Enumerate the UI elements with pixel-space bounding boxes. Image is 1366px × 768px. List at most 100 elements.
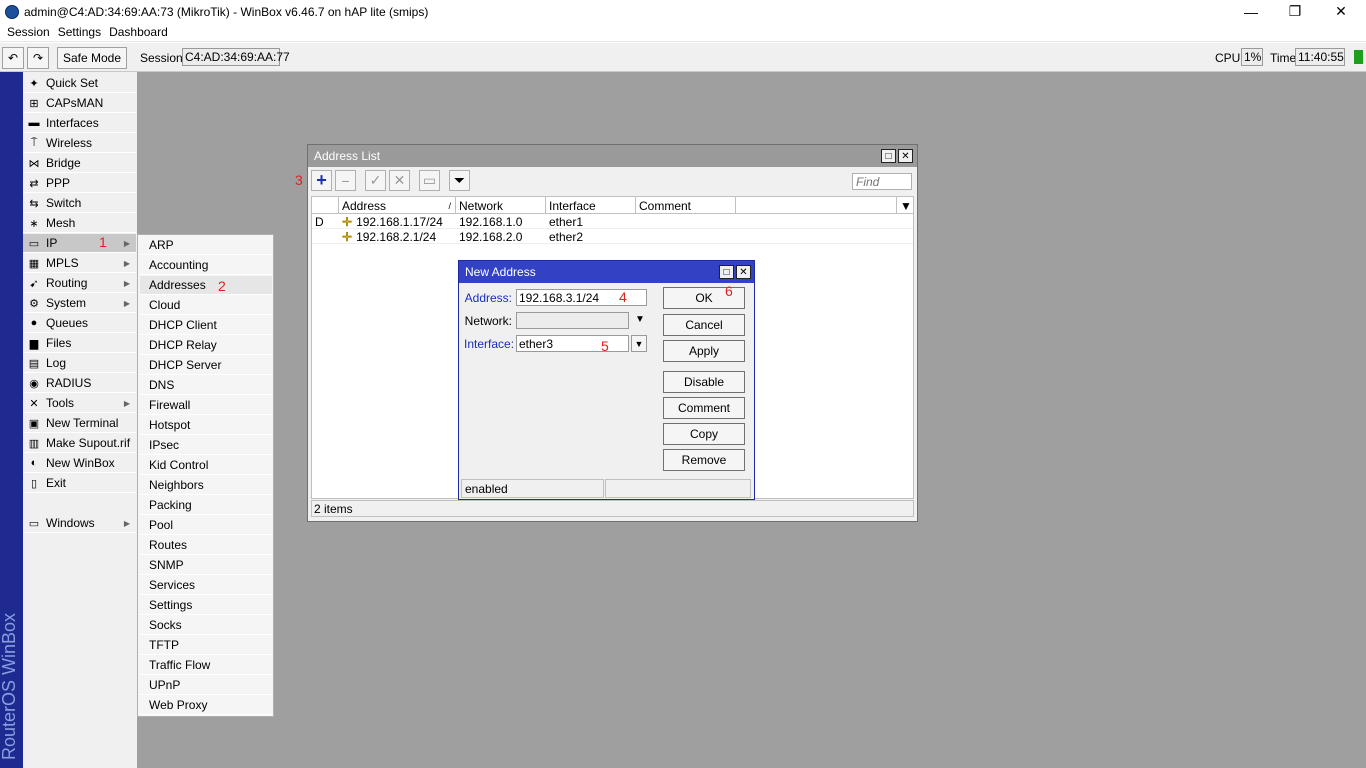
- comment-button[interactable]: ▭: [419, 170, 440, 191]
- ip-submenu-item-accounting[interactable]: Accounting: [140, 256, 272, 275]
- ip-submenu-item-ipsec[interactable]: IPsec: [140, 436, 272, 455]
- status-indicator: [1354, 50, 1363, 64]
- submenu-arrow-icon: ▶: [123, 278, 130, 288]
- row-address-cell: ✛ 192.168.1.17/24: [342, 214, 443, 229]
- minus-icon: −: [341, 172, 350, 189]
- ip-submenu-item-neighbors[interactable]: Neighbors: [140, 476, 272, 495]
- interface-column-header[interactable]: Interface: [546, 197, 636, 214]
- main-menu-item-new-winbox[interactable]: ◐ New WinBox: [23, 454, 136, 473]
- row-interface: ether2: [549, 229, 584, 244]
- main-menu-item-interfaces[interactable]: ▬ Interfaces: [23, 114, 136, 133]
- menu-settings[interactable]: Settings: [58, 25, 101, 39]
- safe-mode-button[interactable]: Safe Mode: [57, 47, 127, 69]
- ip-submenu-item-settings[interactable]: Settings: [140, 596, 272, 615]
- maximize-button[interactable]: ❐: [1272, 0, 1318, 23]
- comment-button[interactable]: Comment: [663, 397, 745, 419]
- main-menu-item-switch[interactable]: ⇆ Switch: [23, 194, 136, 213]
- interface-dropdown-icon[interactable]: ▼: [631, 335, 647, 352]
- main-menu-item-exit[interactable]: ▯ Exit: [23, 474, 136, 493]
- main-menu-item-bridge[interactable]: ⋈ Bridge: [23, 154, 136, 173]
- disable-button[interactable]: Disable: [663, 371, 745, 393]
- switch-icon: ⇆: [29, 197, 39, 210]
- ip-submenu-item-routes[interactable]: Routes: [140, 536, 272, 555]
- apply-button[interactable]: Apply: [663, 340, 745, 362]
- redo-icon: ↷: [32, 51, 44, 65]
- ip-submenu-item-packing[interactable]: Packing: [140, 496, 272, 515]
- ip-submenu-item-snmp[interactable]: SNMP: [140, 556, 272, 575]
- cancel-button[interactable]: Cancel: [663, 314, 745, 336]
- main-menu-item-ppp[interactable]: ⇄ PPP: [23, 174, 136, 193]
- ip-submenu-item-socks[interactable]: Socks: [140, 616, 272, 635]
- ip-submenu-item-dns[interactable]: DNS: [140, 376, 272, 395]
- remove-button[interactable]: −: [335, 170, 356, 191]
- main-menu-item-capsman[interactable]: ⊞ CAPsMAN: [23, 94, 136, 113]
- menu-session[interactable]: Session: [7, 25, 50, 39]
- table-row[interactable]: D ✛ 192.168.1.17/24 192.168.1.0 ether1: [312, 214, 913, 229]
- column-chooser-button[interactable]: ▼: [896, 197, 914, 214]
- ip-submenu-item-tftp[interactable]: TFTP: [140, 636, 272, 655]
- redo-button[interactable]: ↷: [27, 47, 49, 69]
- main-menu-item-log[interactable]: ▤ Log: [23, 354, 136, 373]
- network-input[interactable]: [516, 312, 629, 329]
- main-menu-item-files[interactable]: ▆ Files: [23, 334, 136, 353]
- undo-button[interactable]: ↶: [2, 47, 24, 69]
- ip-submenu-item-addresses[interactable]: Addresses: [140, 276, 272, 295]
- ip-submenu-item-dhcp-client[interactable]: DHCP Client: [140, 316, 272, 335]
- ip-submenu-item-dhcp-relay[interactable]: DHCP Relay: [140, 336, 272, 355]
- find-input[interactable]: [852, 173, 912, 190]
- ip-submenu-item-services[interactable]: Services: [140, 576, 272, 595]
- ip-submenu-item-traffic-flow[interactable]: Traffic Flow: [140, 656, 272, 675]
- close-button[interactable]: ✕: [1318, 0, 1364, 23]
- row-address-cell: ✛ 192.168.2.1/24: [342, 229, 437, 244]
- main-menu-item-queues[interactable]: ● Queues: [23, 314, 136, 333]
- main-menu-item-mpls[interactable]: ▦ MPLS ▶: [23, 254, 136, 273]
- copy-button[interactable]: Copy: [663, 423, 745, 445]
- ip-submenu-item-cloud[interactable]: Cloud: [140, 296, 272, 315]
- main-menu-item-windows[interactable]: ▭ Windows ▶: [23, 514, 136, 533]
- ip-submenu-item-pool[interactable]: Pool: [140, 516, 272, 535]
- filter-button[interactable]: ⏷: [449, 170, 470, 191]
- address-column-header[interactable]: Address /: [339, 197, 456, 214]
- add-button[interactable]: +: [311, 170, 332, 191]
- main-menu-item-make-supout-rif[interactable]: ▥ Make Supout.rif: [23, 434, 136, 453]
- ip-submenu-item-dhcp-server[interactable]: DHCP Server: [140, 356, 272, 375]
- close-icon[interactable]: ✕: [898, 149, 913, 163]
- enable-button[interactable]: ✓: [365, 170, 386, 191]
- ip-submenu-item-hotspot[interactable]: Hotspot: [140, 416, 272, 435]
- disable-button[interactable]: ✕: [389, 170, 410, 191]
- maximize-icon[interactable]: □: [881, 149, 896, 163]
- main-menu-label: Queues: [46, 316, 89, 330]
- menu-dashboard[interactable]: Dashboard: [109, 25, 168, 39]
- minimize-button[interactable]: —: [1228, 0, 1274, 23]
- ip-submenu-item-web-proxy[interactable]: Web Proxy: [140, 696, 272, 715]
- address-input[interactable]: 192.168.3.1/24: [516, 289, 647, 306]
- main-menu-item-new-terminal[interactable]: ▣ New Terminal: [23, 414, 136, 433]
- new-address-titlebar: New Address □ ✕: [459, 261, 754, 283]
- network-column-header[interactable]: Network: [456, 197, 546, 214]
- table-row[interactable]: ✛ 192.168.2.1/24 192.168.2.0 ether2: [312, 229, 913, 244]
- ip-submenu-item-arp[interactable]: ARP: [140, 236, 272, 255]
- submenu-arrow-icon: ▶: [123, 238, 130, 248]
- network-dropdown-icon[interactable]: ▼: [635, 314, 645, 325]
- main-menu-item-routing[interactable]: ➹ Routing ▶: [23, 274, 136, 293]
- main-menu-item-system[interactable]: ⚙ System ▶: [23, 294, 136, 313]
- ip-submenu-item-upnp[interactable]: UPnP: [140, 676, 272, 695]
- ip-submenu-item-firewall[interactable]: Firewall: [140, 396, 272, 415]
- main-menu-item-quick-set[interactable]: ✦ Quick Set: [23, 74, 136, 93]
- log-icon: ▤: [28, 357, 40, 370]
- system-gear-icon: ⚙: [29, 297, 39, 310]
- ip-submenu-item-kid-control[interactable]: Kid Control: [140, 456, 272, 475]
- close-icon[interactable]: ✕: [736, 265, 751, 279]
- comment-column-header[interactable]: Comment: [636, 197, 736, 214]
- remove-button[interactable]: Remove: [663, 449, 745, 471]
- maximize-icon[interactable]: □: [719, 265, 734, 279]
- main-menu-item-wireless[interactable]: ⍑ Wireless: [23, 134, 136, 153]
- interface-select[interactable]: ether3: [516, 335, 629, 352]
- main-menu-item-radius[interactable]: ◉ RADIUS: [23, 374, 136, 393]
- address-list-titlebar: Address List □ ✕: [308, 145, 917, 167]
- main-menu-item-ip[interactable]: ▭ IP ▶: [23, 234, 136, 253]
- plus-icon: +: [316, 170, 327, 190]
- main-menu-item-mesh[interactable]: ∗ Mesh: [23, 214, 136, 233]
- step-marker-5: 5: [601, 338, 609, 354]
- main-menu-item-tools[interactable]: ✕ Tools ▶: [23, 394, 136, 413]
